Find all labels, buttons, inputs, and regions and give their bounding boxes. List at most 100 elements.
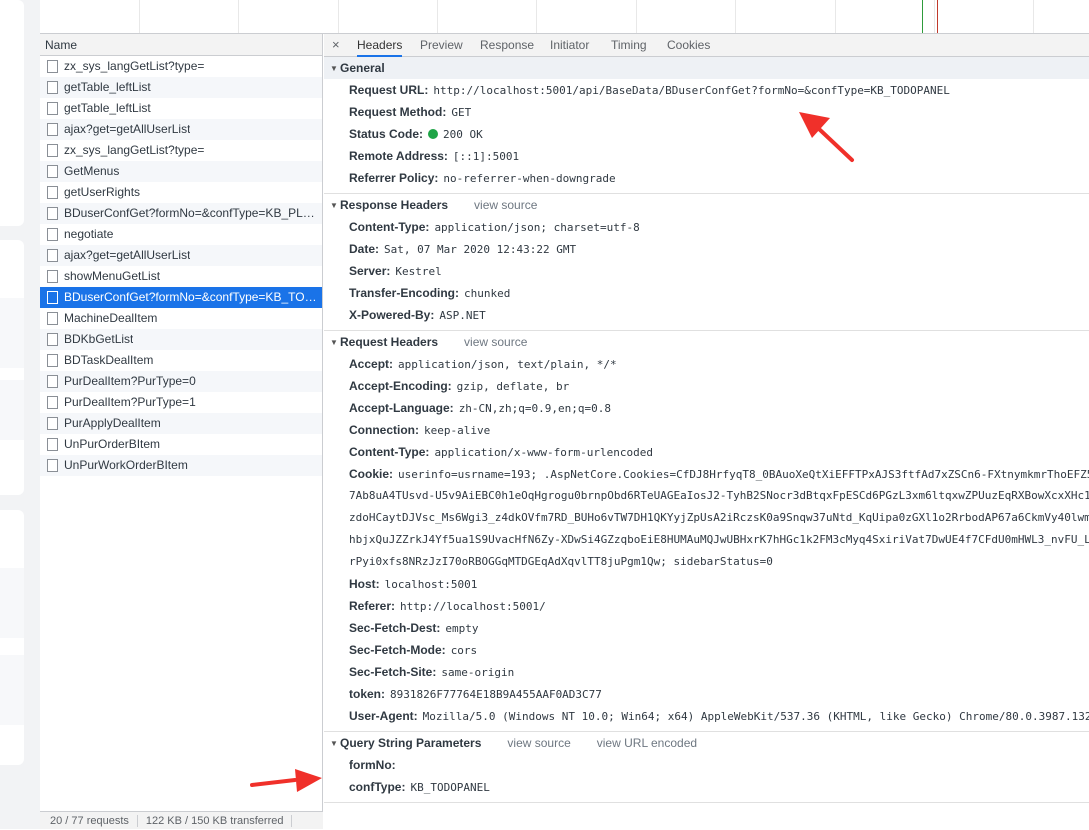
request-name: PurApplyDealItem [64, 416, 161, 430]
request-row[interactable]: UnPurOrderBItem [40, 434, 322, 455]
header-value: application/json; charset=utf-8 [434, 221, 640, 234]
request-name: GetMenus [64, 164, 120, 178]
file-icon [47, 291, 58, 304]
header-value: http://localhost:5001/ [400, 600, 546, 613]
name-column-header[interactable]: Name [40, 34, 322, 56]
request-header-row: User-Agent: Mozilla/5.0 (Windows NT 10.0;… [324, 705, 1089, 727]
view-source-link[interactable]: view source [464, 335, 527, 349]
header-value: ASP.NET [439, 309, 486, 322]
tab-cookies[interactable]: Cookies [667, 34, 710, 57]
dom-content-loaded-marker [922, 0, 923, 33]
query-param-row: confType: KB_TODOPANEL [324, 776, 1089, 798]
request-name: ajax?get=getAllUserList [64, 122, 191, 136]
request-row[interactable]: negotiate [40, 224, 322, 245]
request-header-rows: Accept: application/json, text/plain, */*… [324, 353, 1089, 463]
header-key: X-Powered-By: [349, 308, 435, 322]
header-value: application/json, text/plain, */* [398, 358, 617, 371]
query-param-row: formNo: [324, 754, 1089, 776]
expand-triangle-icon: ▼ [330, 739, 338, 748]
request-header-row: Host: localhost:5001 [324, 573, 1089, 595]
header-key: Accept: [349, 357, 394, 371]
request-count: 20 / 77 requests [50, 815, 129, 827]
header-key: Content-Type: [349, 445, 430, 459]
request-row[interactable]: getUserRights [40, 182, 322, 203]
close-icon[interactable]: × [332, 37, 340, 52]
tab-preview[interactable]: Preview [420, 34, 463, 57]
request-name: ajax?get=getAllUserList [64, 248, 191, 262]
request-name: UnPurWorkOrderBItem [64, 458, 188, 472]
page-card [0, 0, 24, 226]
request-row[interactable]: getTable_leftList [40, 98, 322, 119]
request-name: BDKbGetList [64, 332, 134, 346]
request-method-row: Request Method: GET [349, 105, 472, 119]
network-overview-timeline[interactable] [40, 0, 1089, 34]
request-row[interactable]: PurApplyDealItem [40, 413, 322, 434]
tab-timing[interactable]: Timing [611, 34, 647, 57]
header-value: Kestrel [395, 265, 442, 278]
request-row[interactable]: ajax?get=getAllUserList [40, 245, 322, 266]
request-row[interactable]: BDuserConfGet?formNo=&confType=KB_TOD... [40, 287, 322, 308]
request-name: PurDealItem?PurType=0 [64, 374, 196, 388]
query-string-section: ▼ Query String Parameters view source view … [324, 732, 1089, 803]
response-header-row: Server: Kestrel [324, 260, 1089, 282]
request-row[interactable]: getTable_leftList [40, 77, 322, 98]
view-source-link[interactable]: view source [474, 198, 537, 212]
view-source-link[interactable]: view source [507, 736, 570, 750]
tab-headers[interactable]: Headers [357, 34, 403, 57]
request-name: getUserRights [64, 185, 141, 199]
query-string-header[interactable]: ▼ Query String Parameters view source view … [324, 732, 1089, 754]
request-name: MachineDealItem [64, 311, 158, 325]
response-header-row: X-Powered-By: ASP.NET [324, 304, 1089, 326]
status-ok-icon [428, 129, 439, 139]
header-key: Sec-Fetch-Mode: [349, 643, 446, 657]
request-row[interactable]: BDKbGetList [40, 329, 322, 350]
request-header-rows: Host: localhost:5001 Referer: http://localh… [324, 573, 1089, 727]
request-header-row: Connection: keep-alive [324, 419, 1089, 441]
tab-initiator[interactable]: Initiator [550, 34, 589, 57]
request-row[interactable]: BDTaskDealItem [40, 350, 322, 371]
request-name: zx_sys_langGetList?type= [64, 143, 205, 157]
header-key: Transfer-Encoding: [349, 286, 460, 300]
response-header-row: Date: Sat, 07 Mar 2020 12:43:22 GMT [324, 238, 1089, 260]
cookie-value-line: hbjxQuJZZrkJ4Yf5ua1S9UvacHfN6Zy-XDwSi4GZ… [349, 533, 1089, 546]
request-row[interactable]: GetMenus [40, 161, 322, 182]
request-row[interactable]: zx_sys_langGetList?type= [40, 56, 322, 77]
response-headers-section: ▼ Response Headers view source Content-Typ… [324, 194, 1089, 331]
file-icon [47, 396, 58, 409]
header-value: 8931826F77764E18B9A455AAF0AD3C77 [390, 688, 602, 701]
file-icon [47, 165, 58, 178]
query-param-rows: formNo: confType: KB_TODOPANEL [324, 754, 1089, 798]
referrer-policy-row: Referrer Policy: no-referrer-when-downgra… [349, 171, 616, 185]
header-key: Referer: [349, 599, 396, 613]
request-row[interactable]: BDuserConfGet?formNo=&confType=KB_PLA... [40, 203, 322, 224]
request-list: Name zx_sys_langGetList?type= getTable_le… [40, 34, 323, 829]
request-header-row: Sec-Fetch-Site: same-origin [324, 661, 1089, 683]
request-row[interactable]: MachineDealItem [40, 308, 322, 329]
request-headers-section: ▼ Request Headers view source Accept: appli… [324, 331, 1089, 732]
tab-response[interactable]: Response [480, 34, 534, 57]
request-headers-header[interactable]: ▼ Request Headers view source [324, 331, 1089, 353]
file-icon [47, 333, 58, 346]
request-row[interactable]: PurDealItem?PurType=0 [40, 371, 322, 392]
file-icon [47, 375, 58, 388]
request-row[interactable]: ajax?get=getAllUserList [40, 119, 322, 140]
general-section-header[interactable]: ▼ General [324, 57, 1089, 79]
request-header-row: Sec-Fetch-Dest: empty [324, 617, 1089, 639]
request-header-row: token: 8931826F77764E18B9A455AAF0AD3C77 [324, 683, 1089, 705]
request-row[interactable]: UnPurWorkOrderBItem [40, 455, 322, 476]
header-key: Accept-Encoding: [349, 379, 452, 393]
header-key: User-Agent: [349, 709, 418, 723]
header-key: token: [349, 687, 385, 701]
general-section: ▼ General Request URL: http://localhost:50… [324, 57, 1089, 194]
response-header-row: Transfer-Encoding: chunked [324, 282, 1089, 304]
request-row[interactable]: PurDealItem?PurType=1 [40, 392, 322, 413]
request-row[interactable]: showMenuGetList [40, 266, 322, 287]
file-icon [47, 60, 58, 73]
file-icon [47, 459, 58, 472]
view-url-encoded-link[interactable]: view URL encoded [597, 736, 697, 750]
header-value: cors [450, 644, 478, 657]
response-headers-header[interactable]: ▼ Response Headers view source [324, 194, 1089, 216]
file-icon [47, 186, 58, 199]
request-row[interactable]: zx_sys_langGetList?type= [40, 140, 322, 161]
header-key: Host: [349, 577, 380, 591]
